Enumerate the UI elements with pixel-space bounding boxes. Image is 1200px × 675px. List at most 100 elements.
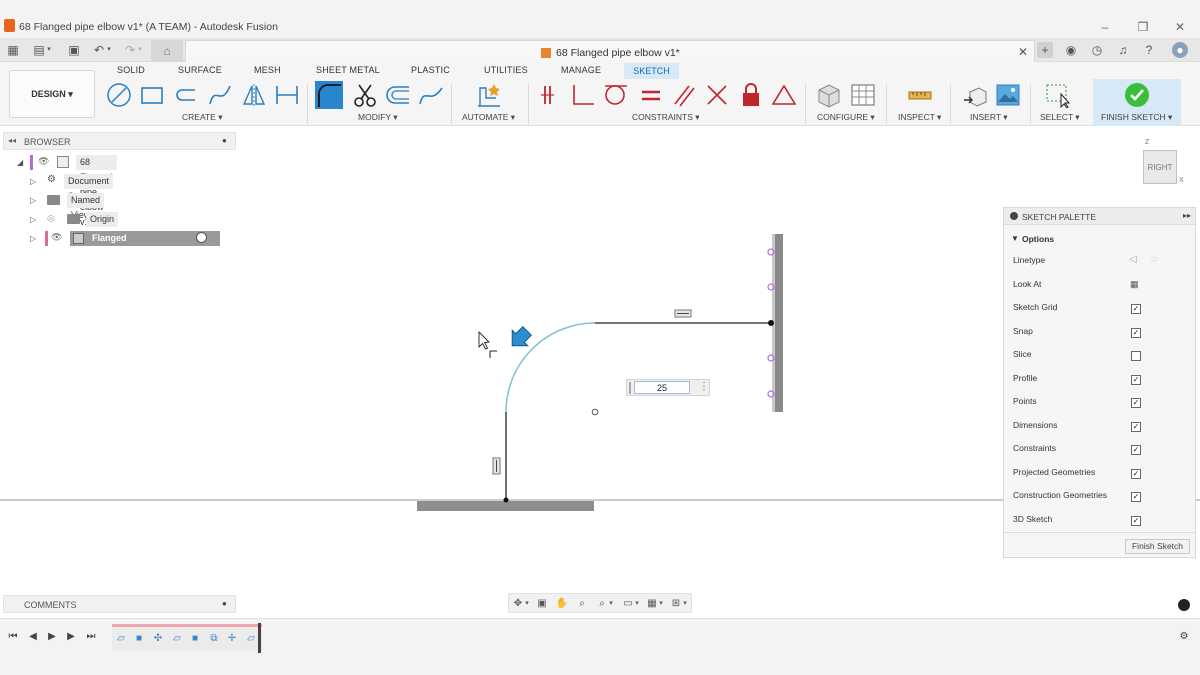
look-at-calendar-icon[interactable]: ▦	[1130, 279, 1139, 290]
timeline-go-to-end-icon[interactable]: ⏭	[84, 630, 98, 644]
viewcube[interactable]: RIGHT	[1143, 150, 1177, 184]
create-group-label[interactable]: CREATE ▾	[182, 112, 222, 123]
palette-pin-icon[interactable]	[1010, 212, 1018, 220]
data-panel-grid-icon[interactable]: ▦	[5, 42, 21, 58]
zoom-icon[interactable]: ⌕	[575, 597, 589, 611]
select-window-icon[interactable]	[1045, 82, 1071, 108]
hidden-eye-icon[interactable]: ◎	[47, 213, 55, 224]
line-tool-icon[interactable]	[106, 82, 132, 108]
dimension-value-input[interactable]	[634, 381, 690, 394]
timeline-sketch-feature-icon[interactable]: ▱	[171, 633, 183, 645]
visibility-eye-icon[interactable]: 👁︎	[38, 156, 49, 167]
home-tab[interactable]: ⌂	[151, 40, 183, 62]
sketch-scale-icon[interactable]	[418, 82, 444, 108]
insert-group-label[interactable]: INSERT ▾	[970, 112, 1008, 123]
tangent-constraint-icon[interactable]	[603, 82, 629, 108]
viewports-icon[interactable]: ⊞	[669, 597, 683, 611]
fillet-drag-arrow-icon[interactable]	[504, 323, 534, 353]
visibility-eye-icon[interactable]: 👁︎	[51, 232, 62, 243]
snap-checkbox[interactable]: ✓	[1131, 328, 1141, 338]
timeline-play-icon[interactable]: ▶	[45, 630, 59, 644]
timeline-extrude-feature-icon[interactable]: ■	[133, 633, 145, 645]
grid-settings-icon[interactable]: ▦	[645, 597, 659, 611]
fillet-tool-icon[interactable]	[314, 80, 344, 110]
tab-utilities[interactable]: UTILITIES	[484, 65, 528, 75]
timeline-track[interactable]: ▱ ■ ✣ ▱ ■ ⧉ ✛ ▱	[112, 624, 262, 651]
expand-triangle-icon[interactable]: ▷	[30, 196, 40, 205]
tab-sheet-metal[interactable]: SHEET METAL	[316, 65, 380, 75]
automate-dimension-icon[interactable]	[476, 82, 502, 108]
line-endpoint[interactable]	[503, 497, 509, 503]
sketch-grid-checkbox[interactable]: ✓	[1131, 304, 1141, 314]
viewports-chevron-icon[interactable]: ▾	[682, 597, 688, 611]
options-section-title[interactable]: Options	[1022, 234, 1054, 244]
parallel-constraint-icon[interactable]	[671, 82, 697, 108]
palette-expand-icon[interactable]: ▸▸	[1183, 211, 1191, 220]
look-at-icon[interactable]: ▣	[535, 597, 549, 611]
configure-group-label[interactable]: CONFIGURE ▾	[817, 112, 875, 123]
browser-panel-header[interactable]: ◂◂ BROWSER ●	[3, 132, 236, 150]
points-checkbox[interactable]: ✓	[1131, 398, 1141, 408]
grid-settings-chevron-icon[interactable]: ▾	[658, 597, 664, 611]
tab-plastic[interactable]: PLASTIC	[411, 65, 450, 75]
expand-triangle-icon[interactable]: ▷	[30, 215, 40, 224]
perpendicular-constraint-icon[interactable]	[570, 82, 596, 108]
symmetry-triangle-icon[interactable]	[771, 82, 797, 108]
timeline-go-to-start-icon[interactable]: ⏮	[6, 630, 20, 644]
timeline-move-feature-icon[interactable]: ✛	[226, 633, 238, 645]
redo-chevron-icon[interactable]: ▾	[136, 42, 144, 58]
coincident-constraint-icon[interactable]	[538, 82, 564, 108]
insert-canvas-image-icon[interactable]	[995, 82, 1021, 108]
timeline-step-forward-icon[interactable]: ▶	[64, 630, 78, 644]
dimension-drag-handle[interactable]	[629, 382, 631, 394]
comments-pin-icon[interactable]: ●	[222, 599, 227, 608]
document-tab-close-icon[interactable]: ✕	[1018, 45, 1028, 59]
timeline-settings-gear-icon[interactable]: ⚙	[1177, 630, 1191, 644]
projected-geometries-checkbox[interactable]: ✓	[1131, 469, 1141, 479]
collapse-browser-icon[interactable]: ◂◂	[8, 136, 16, 145]
zoom-chevron-icon[interactable]: ▾	[608, 597, 614, 611]
trim-scissors-icon[interactable]	[352, 82, 378, 108]
extensions-icon[interactable]: ◉	[1063, 42, 1079, 58]
restore-button[interactable]: ❐	[1135, 20, 1151, 34]
help-icon[interactable]: ?	[1141, 42, 1157, 58]
linetype-centerline-icon[interactable]: ◌	[1151, 254, 1157, 265]
expand-triangle-icon[interactable]: ▷	[30, 234, 40, 243]
timeline-sketch-feature-icon[interactable]: ▱	[245, 633, 257, 645]
finish-sketch-check-icon[interactable]	[1124, 82, 1150, 108]
display-settings-icon[interactable]: ▭	[621, 597, 635, 611]
linetype-construction-icon[interactable]: ◁	[1129, 254, 1137, 265]
close-button[interactable]: ✕	[1172, 20, 1188, 34]
display-settings-chevron-icon[interactable]: ▾	[634, 597, 640, 611]
job-status-clock-icon[interactable]: ◷	[1089, 42, 1105, 58]
spline-tool-icon[interactable]	[207, 82, 233, 108]
timeline-sketch-feature-icon[interactable]: ▱	[115, 633, 127, 645]
sketch-palette-header[interactable]: SKETCH PALETTE ▸▸	[1004, 208, 1195, 225]
timeline-position-marker[interactable]	[258, 623, 261, 653]
pan-hand-icon[interactable]: ✋	[555, 597, 569, 611]
undo-chevron-icon[interactable]: ▾	[105, 42, 113, 58]
notifications-bell-icon[interactable]: ♫	[1115, 42, 1131, 58]
save-icon[interactable]: ▣	[66, 42, 82, 58]
offset-tool-icon[interactable]	[385, 82, 411, 108]
dimensions-checkbox[interactable]: ✓	[1131, 422, 1141, 432]
document-tab[interactable]: 68 Flanged pipe elbow v1* ✕	[185, 40, 1035, 62]
construction-geometries-checkbox[interactable]: ✓	[1131, 492, 1141, 502]
profile-checkbox[interactable]: ✓	[1131, 375, 1141, 385]
tab-sketch[interactable]: SKETCH	[624, 63, 679, 79]
tab-manage[interactable]: MANAGE	[561, 65, 601, 75]
midpoint-constraint-icon[interactable]	[704, 82, 730, 108]
insert-derive-icon[interactable]	[962, 82, 988, 108]
timeline-pattern-feature-icon[interactable]: ✣	[152, 633, 164, 645]
3d-sketch-checkbox[interactable]: ✓	[1131, 516, 1141, 526]
comments-panel-header[interactable]: COMMENTS ●	[3, 595, 236, 613]
timeline-step-back-icon[interactable]: ◀	[26, 630, 40, 644]
activate-component-radio-icon[interactable]	[196, 232, 207, 243]
fix-lock-icon[interactable]	[738, 82, 764, 108]
dimension-more-options-icon[interactable]: ⋮	[699, 381, 709, 392]
slice-checkbox[interactable]	[1131, 351, 1141, 361]
collapse-triangle-icon[interactable]: ◢	[17, 158, 27, 167]
configure-cube-icon[interactable]	[816, 82, 842, 108]
fusion-team-badge-icon[interactable]	[1178, 599, 1190, 611]
timeline-extrude-feature-icon[interactable]: ■	[189, 633, 201, 645]
